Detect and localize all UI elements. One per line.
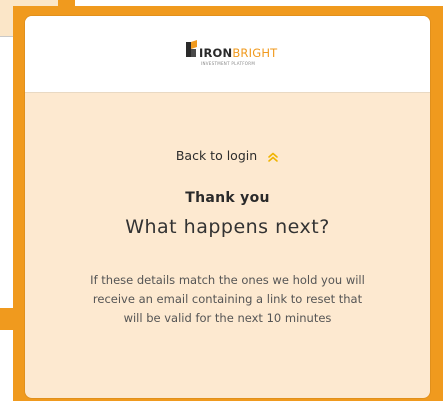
back-to-login-link[interactable]: Back to login (25, 148, 430, 163)
logo-word-bright: BRIGHT (232, 46, 278, 60)
modal-header: IRONBRIGHT INVESTMENT PLATFORM (25, 16, 430, 93)
modal-frame: IRONBRIGHT INVESTMENT PLATFORM Back to l… (13, 6, 443, 401)
logo-wordmark: IRONBRIGHT (199, 46, 277, 60)
logo-mark-icon (186, 40, 197, 57)
instructions-line: If these details match the ones we hold … (90, 273, 365, 287)
instructions-line: receive an email containing a link to re… (92, 292, 363, 306)
thank-you-title: Thank you (185, 190, 270, 206)
logo-tagline: INVESTMENT PLATFORM (201, 61, 256, 66)
reset-instructions-text: If these details match the ones we hold … (55, 271, 400, 328)
double-chevron-up-icon (268, 152, 278, 162)
logo-word-iron: IRON (199, 46, 233, 60)
back-to-login-label: Back to login (175, 148, 258, 163)
reset-confirmation-modal: IRONBRIGHT INVESTMENT PLATFORM Back to l… (25, 16, 430, 398)
what-happens-next-heading: What happens next? (125, 216, 330, 238)
instructions-line: will be valid for the next 10 minutes (123, 311, 332, 325)
screen: or te s. o IRONBRIGHT INVESTMENT PLATFOR… (0, 0, 443, 401)
ironbright-logo: IRONBRIGHT INVESTMENT PLATFORM (185, 40, 285, 70)
